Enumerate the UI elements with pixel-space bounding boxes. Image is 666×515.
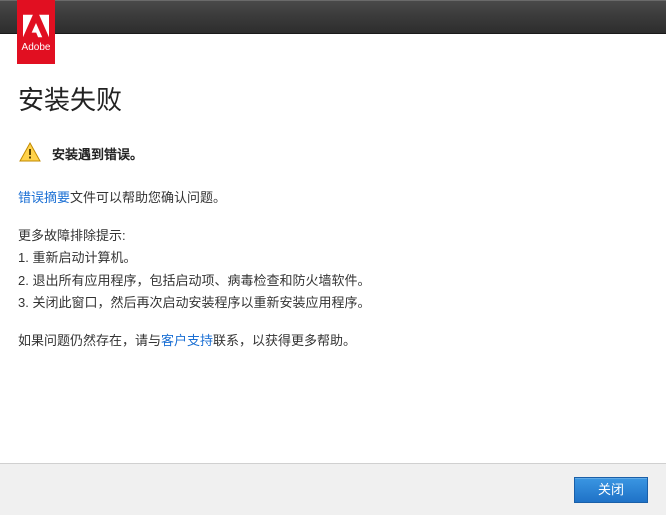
summary-line: 错误摘要文件可以帮助您确认问题。 [18,189,648,207]
support-before: 如果问题仍然存在，请与 [18,333,161,348]
warning-icon [18,141,42,165]
customer-support-link[interactable]: 客户支持 [161,333,213,348]
adobe-logo-icon [23,12,49,40]
support-after: 联系，以获得更多帮助。 [213,333,356,348]
brand-name: Adobe [22,42,51,53]
page-title: 安装失败 [18,80,648,117]
tips-heading: 更多故障排除提示: [18,227,648,245]
tip-item: 2. 退出所有应用程序，包括启动项、病毒检查和防火墙软件。 [18,272,648,290]
close-button[interactable]: 关闭 [574,477,648,503]
header-bar [0,0,666,34]
footer-bar: 关闭 [0,463,666,515]
tips-block: 更多故障排除提示: 1. 重新启动计算机。 2. 退出所有应用程序，包括启动项、… [18,227,648,312]
adobe-logo-block: Adobe [17,0,55,64]
error-message: 安装遇到错误。 [52,144,143,163]
body-text: 错误摘要文件可以帮助您确认问题。 更多故障排除提示: 1. 重新启动计算机。 2… [18,189,648,350]
content-area: 安装失败 安装遇到错误。 错误摘要文件可以帮助您确认问题。 更多故障排除提示: … [0,34,666,350]
support-line: 如果问题仍然存在，请与客户支持联系，以获得更多帮助。 [18,332,648,350]
error-summary-link[interactable]: 错误摘要 [18,190,70,205]
tip-item: 3. 关闭此窗口，然后再次启动安装程序以重新安装应用程序。 [18,294,648,312]
summary-rest: 文件可以帮助您确认问题。 [70,190,226,205]
error-row: 安装遇到错误。 [18,141,648,165]
tip-item: 1. 重新启动计算机。 [18,249,648,267]
